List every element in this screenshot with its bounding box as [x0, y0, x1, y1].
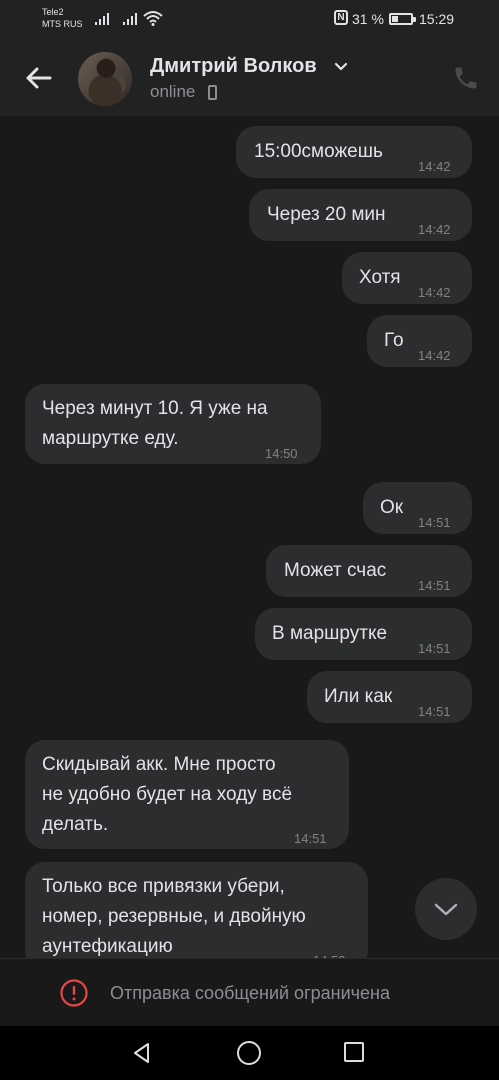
message-bubble[interactable]: 15:00сможешь 14:42: [236, 126, 472, 178]
nfc-icon: N: [334, 10, 348, 25]
message-time: 14:51: [418, 641, 451, 656]
message-text: В маршрутке: [272, 623, 388, 644]
scroll-down-button[interactable]: [415, 878, 477, 940]
alert-circle-icon: [60, 979, 88, 1007]
signal-icon: [95, 11, 111, 25]
message-time: 14:51: [418, 704, 451, 719]
mobile-icon: [208, 85, 217, 100]
message-bubble[interactable]: В маршрутке 14:51: [255, 608, 472, 660]
restricted-text: Отправка сообщений ограничена: [110, 983, 390, 1003]
arrow-left-icon[interactable]: [18, 58, 58, 98]
message-time: 14:51: [418, 578, 451, 593]
message-time: 14:42: [418, 285, 451, 300]
messaging-restricted-bar: Отправка сообщений ограничена: [0, 958, 499, 1026]
message-time: 14:53: [313, 946, 346, 958]
message-text: Или как: [324, 686, 393, 707]
online-status: online: [150, 82, 196, 101]
chevron-down-icon: [434, 903, 458, 916]
chevron-down-icon[interactable]: [334, 60, 348, 74]
message-time: 14:51: [418, 515, 451, 530]
signal-icon-2: [123, 11, 139, 25]
carrier-1: Tele2: [42, 7, 64, 17]
message-bubble[interactable]: Хотя 14:42: [342, 252, 472, 304]
message-time: 14:51: [294, 831, 327, 846]
nav-recents-icon[interactable]: [344, 1042, 364, 1062]
message-bubble[interactable]: Скидывай акк. Мне просто не удобно будет…: [25, 740, 349, 849]
message-list[interactable]: 15:00сможешь 14:42 Через 20 мин 14:42 Хо…: [0, 116, 499, 958]
message-text: Го: [384, 330, 404, 351]
message-bubble[interactable]: Только все привязки убери, номер, резерв…: [25, 862, 368, 958]
message-text: Через 20 мин: [267, 204, 386, 225]
wifi-icon: [143, 11, 163, 26]
message-bubble[interactable]: Через минут 10. Я уже на маршрутке еду. …: [25, 384, 321, 464]
battery-percent: 31 %: [352, 11, 384, 27]
chat-header: Дмитрий Волков online: [0, 40, 499, 116]
message-time: 14:50: [265, 446, 298, 461]
chat-screen: Tele2 MTS RUS N 31 % 15:29 Дмитрий Волко…: [0, 0, 499, 1080]
contact-name[interactable]: Дмитрий Волков: [150, 55, 317, 78]
battery-icon: [389, 13, 416, 25]
system-nav-bar: [0, 1026, 499, 1080]
message-text: Хотя: [359, 267, 401, 288]
message-bubble[interactable]: Через 20 мин 14:42: [249, 189, 472, 241]
avatar[interactable]: [78, 52, 132, 106]
message-bubble[interactable]: Го 14:42: [367, 315, 472, 367]
message-text: Ок: [380, 497, 404, 518]
message-bubble[interactable]: Может счас 14:51: [266, 545, 472, 597]
message-time: 14:42: [418, 222, 451, 237]
message-text: Скидывай акк. Мне просто не удобно будет…: [42, 754, 293, 835]
message-text: 15:00сможешь: [254, 141, 383, 162]
carrier-2: MTS RUS: [42, 19, 83, 29]
message-bubble[interactable]: Ок 14:51: [363, 482, 472, 534]
nav-back-icon[interactable]: [129, 1040, 155, 1066]
message-text: Может счас: [284, 560, 387, 581]
nav-home-icon[interactable]: [237, 1041, 261, 1065]
status-bar: Tele2 MTS RUS N 31 % 15:29: [0, 0, 499, 40]
message-text: Только все привязки убери, номер, резерв…: [42, 876, 306, 957]
phone-icon[interactable]: [452, 64, 480, 92]
carrier-names: Tele2 MTS RUS: [42, 6, 83, 30]
message-time: 14:42: [418, 348, 451, 363]
message-bubble[interactable]: Или как 14:51: [307, 671, 472, 723]
clock: 15:29: [419, 11, 455, 27]
message-text: Через минут 10. Я уже на маршрутке еду.: [42, 398, 268, 449]
message-time: 14:42: [418, 159, 451, 174]
